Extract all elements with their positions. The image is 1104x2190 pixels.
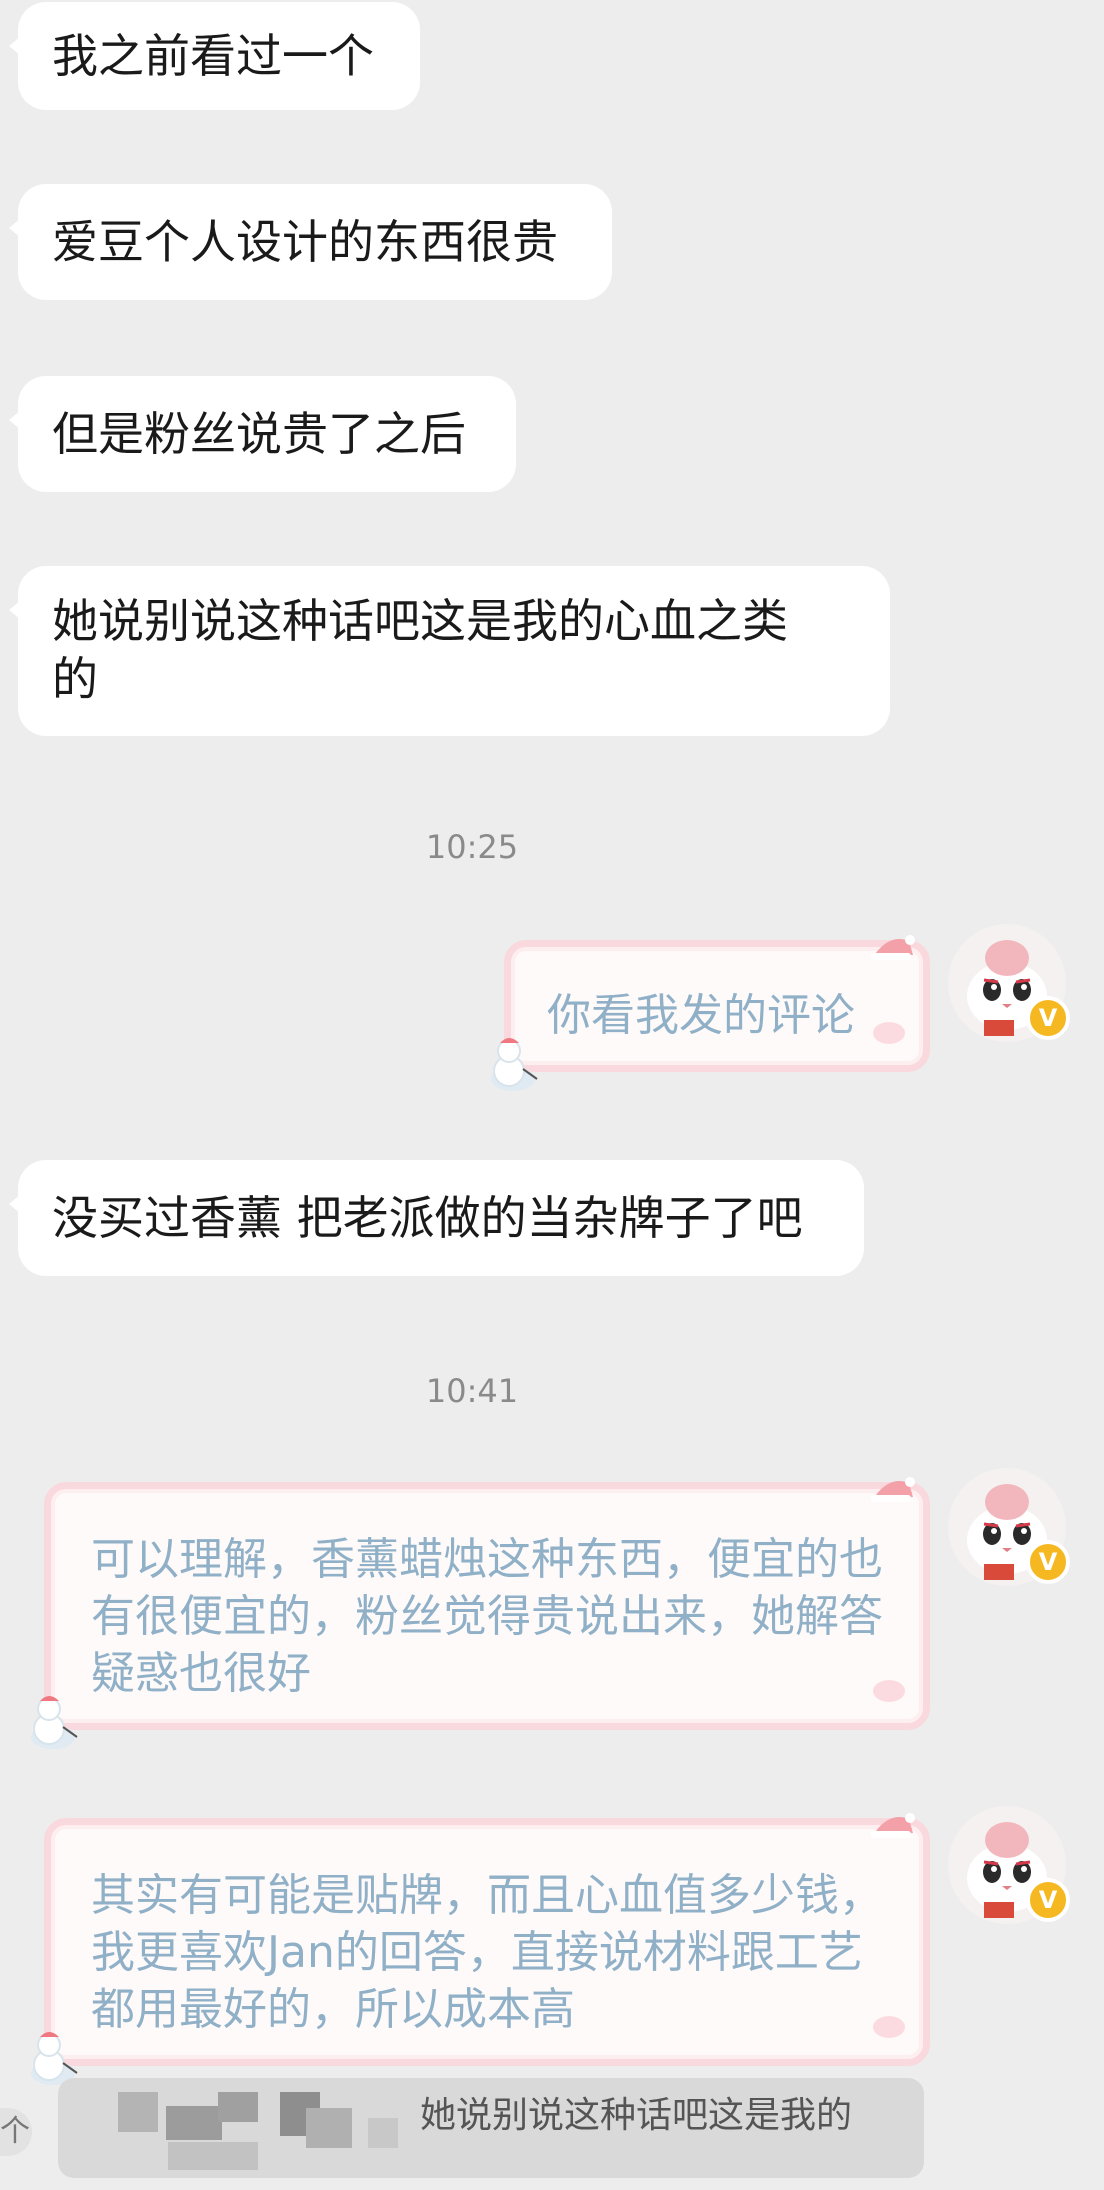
incoming-message[interactable]: 没买过香薰 把老派做的当杂牌子了吧 — [9, 1160, 864, 1276]
avatar[interactable]: V — [948, 1468, 1070, 1586]
message-text: 你看我发的评论 — [547, 990, 855, 1041]
santa-hat-icon — [871, 1813, 915, 1838]
avatar[interactable]: V — [948, 1806, 1070, 1924]
outgoing-message[interactable]: 可以理解，香薰蜡烛这种东西，便宜的也有很便宜的，粉丝觉得贵说出来，她解答疑惑也很… — [31, 1477, 930, 1749]
redacted-block — [118, 2092, 158, 2132]
message-text: 其实有可能是贴牌，而且心血值多少钱，我更喜欢Jan的回答，直接说材料跟工艺都用最… — [91, 1870, 883, 2035]
message-text: 但是粉丝说贵了之后 — [52, 407, 466, 461]
santa-hat-icon — [871, 1477, 915, 1502]
verified-badge: V — [1026, 1540, 1070, 1584]
avatar[interactable]: V — [948, 924, 1070, 1042]
message-text: 没买过香薰 把老派做的当杂牌子了吧 — [52, 1191, 803, 1245]
redacted-block — [168, 2142, 258, 2170]
incoming-message[interactable]: 爱豆个人设计的东西很贵 — [9, 184, 612, 300]
quoted-message-text: 她说别说这种话吧这是我的 — [420, 2095, 853, 2136]
verified-badge: V — [1026, 1878, 1070, 1922]
santa-hat-icon — [871, 935, 915, 960]
quote-reply-bar[interactable]: 她说别说这种话吧这是我的 — [58, 2078, 924, 2178]
snowman-icon — [491, 1038, 538, 1091]
redacted-block — [306, 2108, 352, 2148]
pink-swirl-icon — [873, 2016, 905, 2038]
timestamp: 10:41 — [425, 1372, 519, 1410]
timestamp: 10:25 — [425, 828, 519, 866]
message-text: 可以理解，香薰蜡烛这种东西，便宜的也有很便宜的，粉丝觉得贵说出来，她解答疑惑也很… — [91, 1534, 883, 1699]
incoming-message[interactable]: 她说别说这种话吧这是我的心血之类的 — [9, 566, 890, 736]
redacted-block — [368, 2118, 398, 2148]
message-text: 爱豆个人设计的东西很贵 — [52, 215, 558, 269]
message-text: 我之前看过一个 — [52, 29, 374, 83]
outgoing-message[interactable]: 你看我发的评论 — [491, 935, 930, 1091]
verified-badge: V — [1026, 996, 1070, 1040]
pink-swirl-icon — [873, 1022, 905, 1044]
redacted-block — [218, 2092, 258, 2122]
pink-swirl-icon — [873, 1680, 905, 1702]
redacted-block — [166, 2106, 222, 2140]
outgoing-message[interactable]: 其实有可能是贴牌，而且心血值多少钱，我更喜欢Jan的回答，直接说材料跟工艺都用最… — [31, 1813, 930, 2085]
message-text: 她说别说这种话吧这是我的心血之类的 — [52, 594, 788, 706]
snowman-icon — [31, 1696, 78, 1749]
up-arrow-icon[interactable]: 个 — [0, 2108, 32, 2156]
incoming-message[interactable]: 但是粉丝说贵了之后 — [9, 376, 516, 492]
incoming-message[interactable]: 我之前看过一个 — [9, 2, 420, 110]
